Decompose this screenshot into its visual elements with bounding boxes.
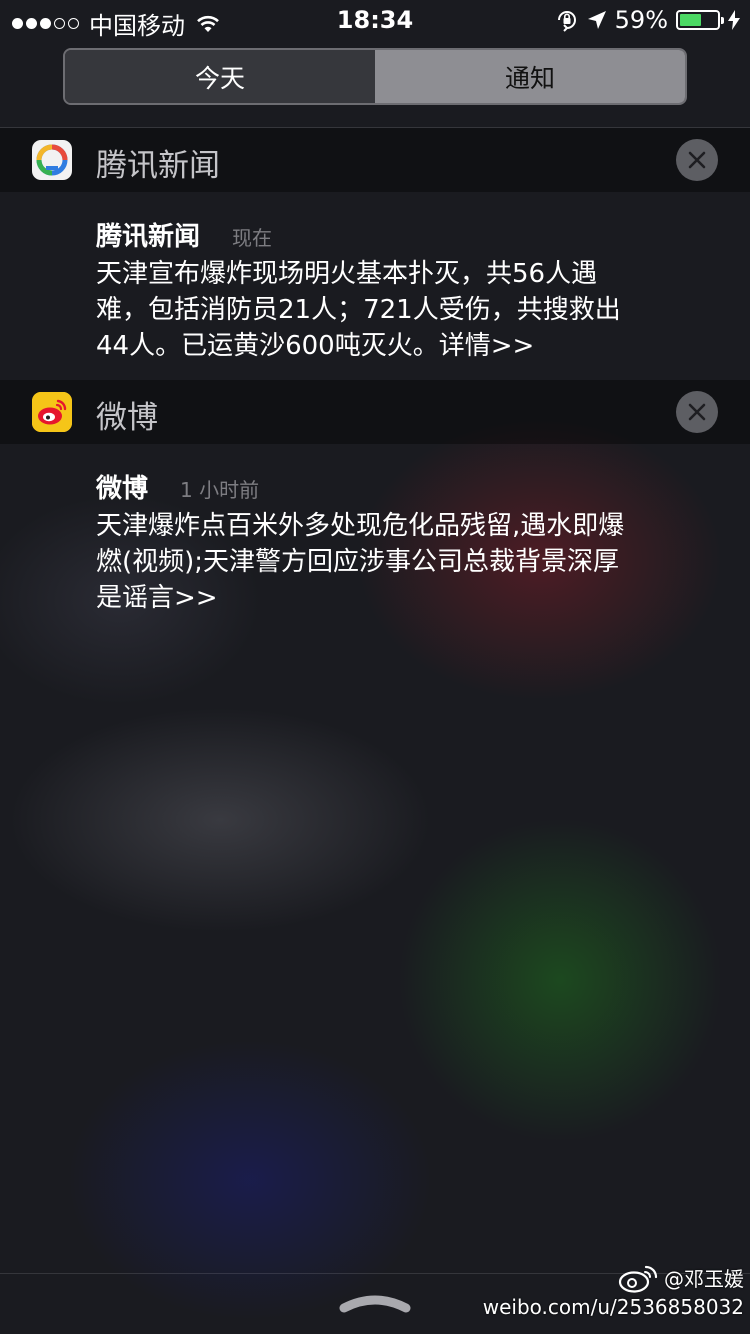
notification-time: 1 小时前	[180, 478, 260, 502]
notification-body: 天津爆炸点百米外多处现危化品残留,遇水即爆 燃(视频);天津警方回应涉事公司总裁…	[96, 508, 716, 616]
battery-icon	[676, 10, 724, 30]
notification-line: 是谣言>>	[96, 583, 218, 613]
notification-tencent-news[interactable]: 腾讯新闻 现在 天津宣布爆炸现场明火基本扑灭，共56人遇 难，包括消防员21人；…	[96, 216, 716, 364]
notification-line: 天津宣布爆炸现场明火基本扑灭，共56人遇	[96, 259, 598, 289]
tab-today[interactable]: 今天	[65, 50, 375, 103]
battery-percent: 59%	[614, 6, 668, 34]
clear-group-button[interactable]	[676, 391, 718, 433]
close-icon	[688, 151, 706, 169]
watermark-url: weibo.com/u/2536858032	[482, 1295, 744, 1319]
weibo-logo-icon	[618, 1265, 658, 1293]
group-title: 腾讯新闻	[96, 148, 220, 184]
tab-notifications[interactable]: 通知	[375, 50, 685, 103]
group-header-weibo: 微博	[0, 380, 750, 444]
tencent-news-icon[interactable]	[32, 140, 72, 180]
today-notifications-segmented-control: 今天 通知	[63, 48, 687, 105]
close-icon	[688, 403, 706, 421]
pull-up-handle-icon[interactable]	[336, 1290, 414, 1316]
notification-app-name: 腾讯新闻	[96, 222, 201, 252]
group-title: 微博	[96, 400, 158, 436]
notification-time: 现在	[232, 226, 273, 250]
group-header-tencent-news: 腾讯新闻	[0, 128, 750, 192]
weibo-watermark: @邓玉媛 weibo.com/u/2536858032	[483, 1264, 744, 1321]
notification-line: 难，包括消防员21人；721人受伤，共搜救出	[96, 295, 621, 325]
watermark-user: @邓玉媛	[664, 1266, 744, 1291]
notification-weibo[interactable]: 微博 1 小时前 天津爆炸点百米外多处现危化品残留,遇水即爆 燃(视频);天津警…	[96, 468, 716, 616]
notification-body: 天津宣布爆炸现场明火基本扑灭，共56人遇 难，包括消防员21人；721人受伤，共…	[96, 256, 716, 364]
status-bar: 中国移动 18:34 59%	[0, 0, 750, 40]
notification-line: 天津爆炸点百米外多处现危化品残留,遇水即爆	[96, 511, 625, 541]
location-arrow-icon	[587, 11, 606, 29]
notification-line: 燃(视频);天津警方回应涉事公司总裁背景深厚	[96, 547, 620, 577]
orientation-lock-icon	[557, 11, 576, 32]
weibo-icon[interactable]	[32, 392, 72, 432]
clear-group-button[interactable]	[676, 139, 718, 181]
notification-line: 44人。已运黄沙600吨灭火。详情>>	[96, 331, 535, 361]
charging-bolt-icon	[728, 10, 740, 30]
notification-app-name: 微博	[96, 474, 149, 504]
